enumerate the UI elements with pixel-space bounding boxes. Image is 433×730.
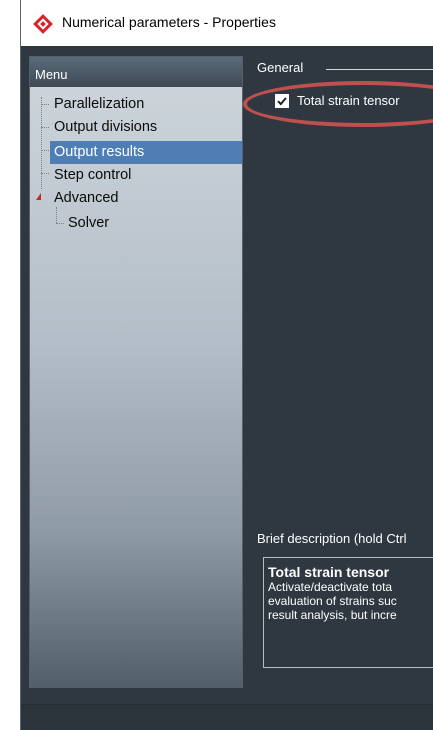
description-title: Total strain tensor: [268, 564, 390, 580]
tree-guide-line: [41, 97, 42, 189]
tree-guide-line: [41, 104, 49, 105]
menu-item-output-divisions[interactable]: Output divisions: [54, 116, 242, 139]
menu-item-solver[interactable]: Solver: [68, 212, 242, 235]
annotation-highlight-ellipse: [243, 81, 433, 127]
description-line: Activate/deactivate tota: [268, 580, 393, 594]
tree-guide-line: [41, 150, 49, 151]
brief-description-label: Brief description (hold Ctrl: [257, 531, 407, 546]
menu-item-label: Parallelization: [54, 96, 145, 112]
general-group-label: General: [257, 60, 304, 75]
properties-window: Numerical parameters - Properties Menu P…: [20, 0, 433, 730]
window-title: Numerical parameters - Properties: [62, 14, 276, 30]
description-line: result analysis, but incre: [268, 608, 397, 622]
menu-item-label: Advanced: [54, 190, 119, 206]
tree-guide-line: [41, 127, 49, 128]
menu-panel: Menu Parallelization Output divisions Ou…: [29, 56, 243, 688]
menu-header: Menu: [30, 57, 242, 87]
bottom-button-bar: [21, 704, 433, 730]
group-divider: [326, 69, 433, 70]
menu-item-label: Step control: [54, 167, 132, 183]
app-logo-icon: [33, 14, 53, 34]
menu-item-label: Solver: [68, 215, 110, 231]
menu-item-label: Output divisions: [54, 119, 158, 135]
expand-arrow-icon[interactable]: [36, 193, 41, 200]
tree-guide-line: [56, 223, 64, 224]
menu-item-advanced[interactable]: Advanced: [54, 187, 242, 210]
description-box: Total strain tensor Activate/deactivate …: [263, 557, 433, 668]
menu-item-step-control[interactable]: Step control: [54, 164, 242, 187]
menu-item-output-results[interactable]: Output results: [50, 141, 242, 164]
title-bar[interactable]: Numerical parameters - Properties: [21, 0, 433, 46]
menu-item-parallelization[interactable]: Parallelization: [54, 93, 242, 116]
description-line: evaluation of strains suc: [268, 594, 397, 608]
tree-guide-line: [41, 173, 49, 174]
menu-item-label: Output results: [54, 144, 145, 160]
